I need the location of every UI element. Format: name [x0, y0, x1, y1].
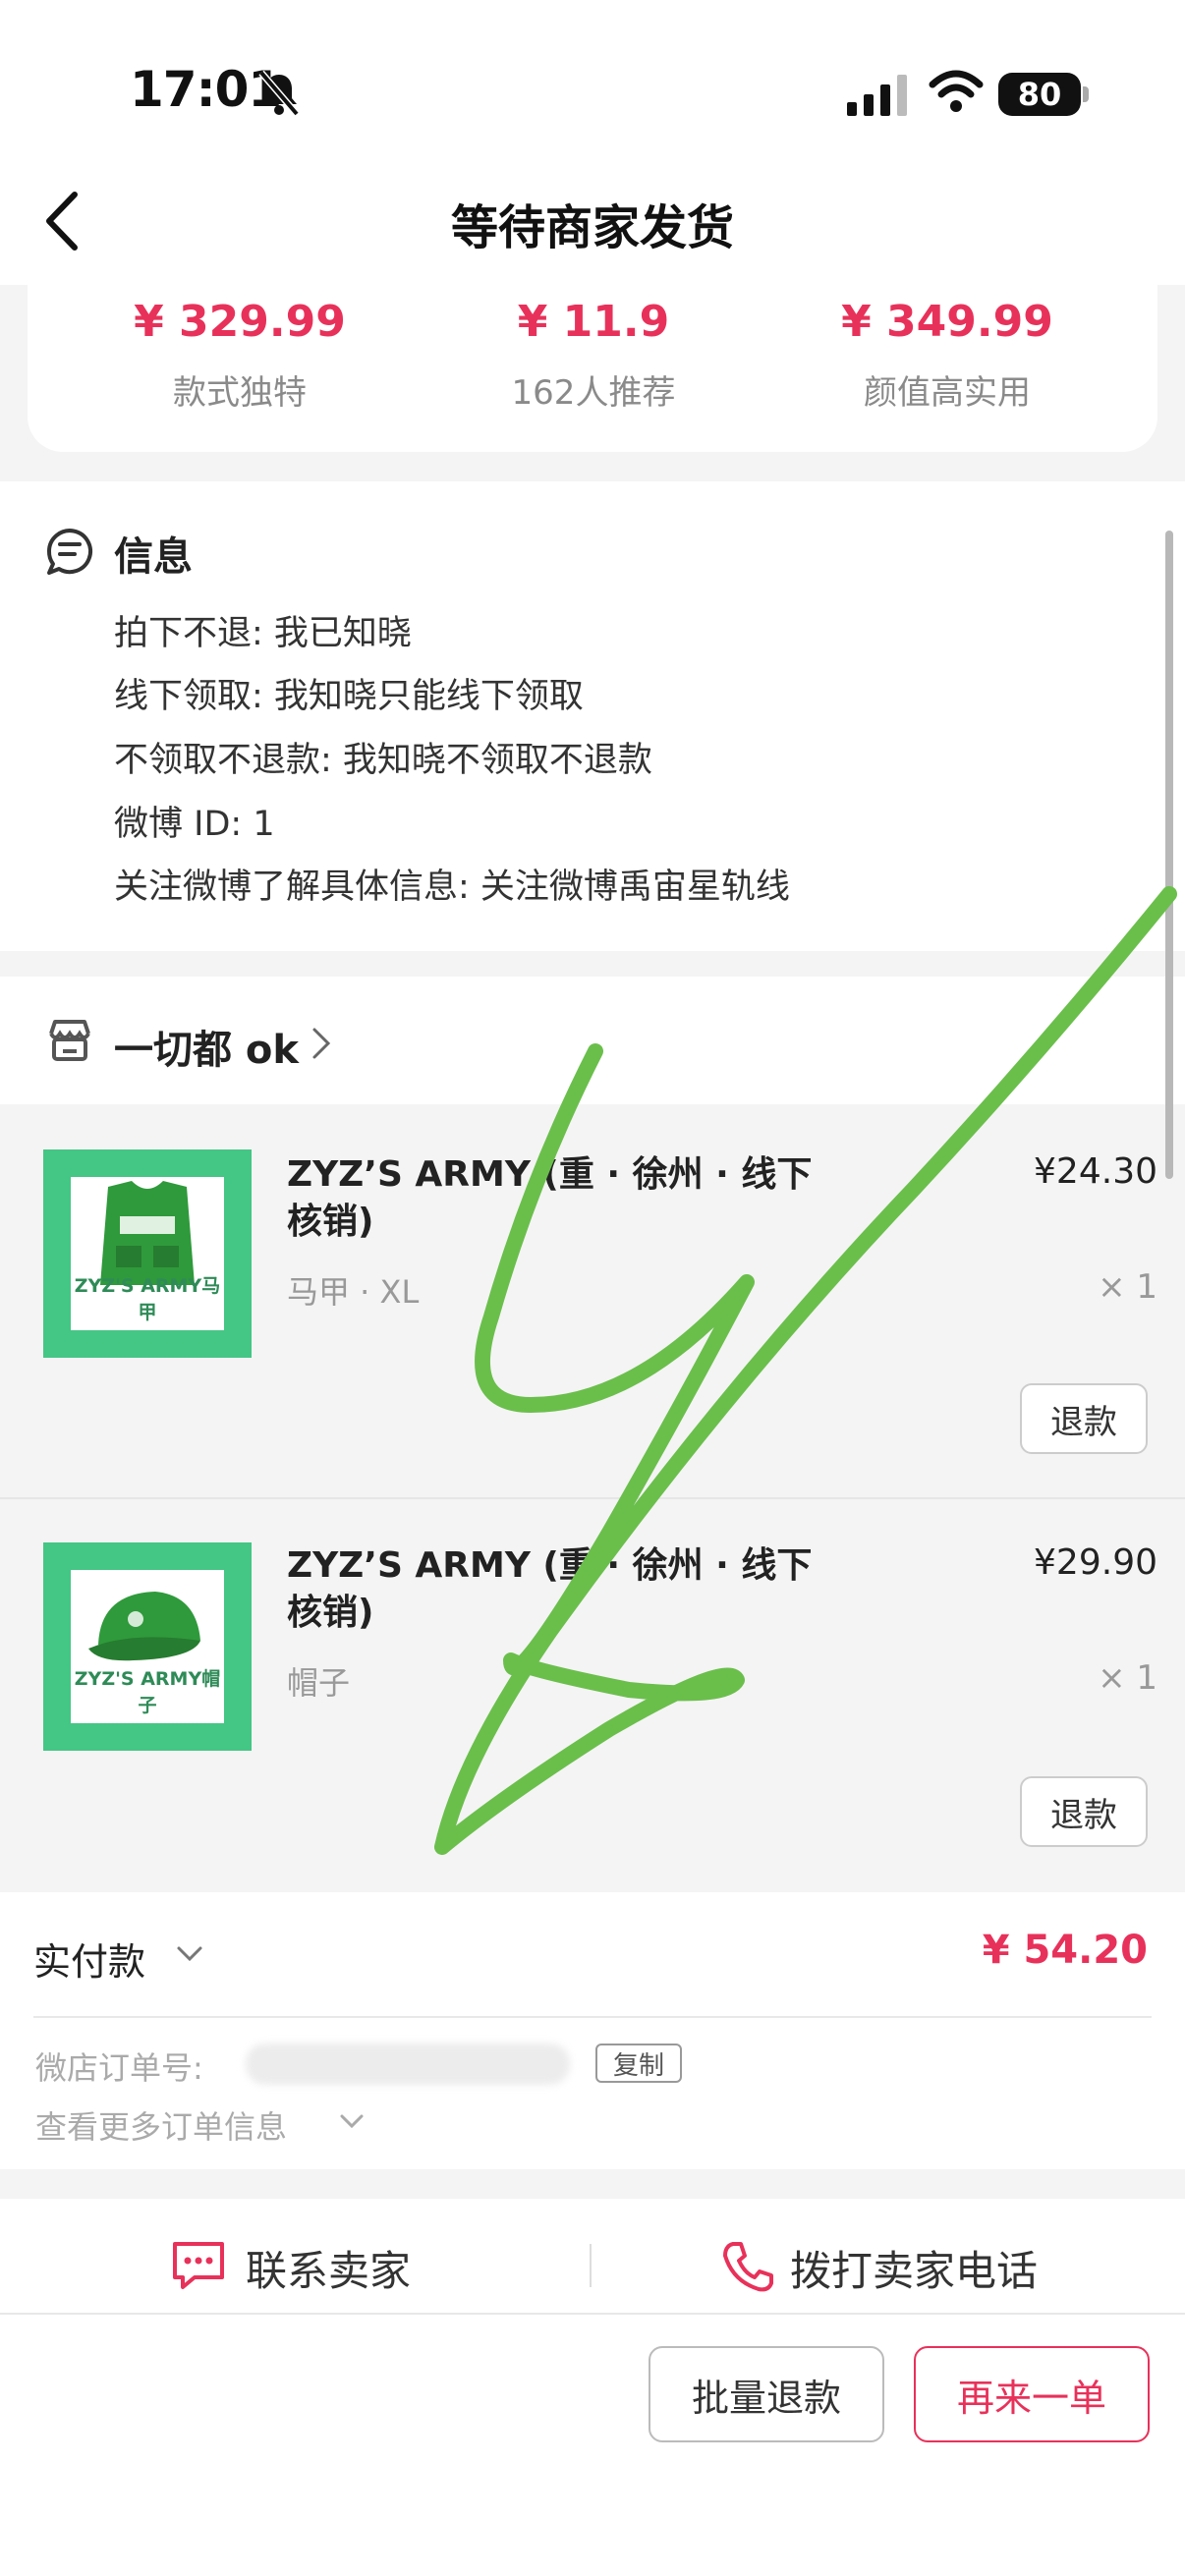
product-spec: 帽子	[287, 1664, 351, 1702]
order-again-button[interactable]: 再来一单	[914, 2346, 1150, 2442]
chevron-right-icon	[312, 1028, 331, 1059]
product-title[interactable]: ZYZ’S ARMY (重 · 徐州 · 线下核销)	[287, 1542, 837, 1637]
info-title: 信息	[114, 534, 193, 580]
recommendation-price[interactable]: ¥ 349.99	[770, 297, 1124, 347]
more-order-info[interactable]: 查看更多订单信息	[35, 2102, 287, 2148]
copy-button[interactable]: 复制	[595, 2044, 682, 2083]
product-price: ¥24.30	[1034, 1151, 1157, 1192]
thumbnail-caption: ZYZ'S ARMY马甲	[74, 1275, 221, 1323]
shop-name[interactable]: 一切都 ok	[114, 1018, 299, 1075]
recommendation-caption: 颜值高实用	[864, 373, 1031, 413]
recommendation-price[interactable]: ¥ 11.9	[417, 297, 770, 347]
shop-icon	[49, 1020, 90, 1061]
info-line: 拍下不退: 我已知晓	[114, 614, 412, 653]
refund-button[interactable]: 退款	[1020, 1383, 1148, 1454]
info-line: 微博 ID: 1	[114, 805, 275, 844]
product-quantity: × 1	[1098, 1267, 1157, 1307]
wifi-icon	[929, 70, 984, 112]
paid-amount: ¥ 54.20	[982, 1928, 1148, 1973]
order-number-redacted	[246, 2044, 570, 2085]
contact-seller-button[interactable]: 联系卖家	[246, 2238, 411, 2298]
info-line: 关注微博了解具体信息: 关注微博禹宙星轨线	[114, 868, 790, 907]
action-separator	[590, 2244, 592, 2287]
product-price: ¥29.90	[1034, 1542, 1157, 1583]
page-title: 等待商家发货	[450, 200, 734, 255]
info-line: 线下领取: 我知晓只能线下领取	[114, 677, 584, 716]
refund-button[interactable]: 退款	[1020, 1776, 1148, 1847]
order-number-label: 微店订单号:	[35, 2049, 203, 2087]
product-title[interactable]: ZYZ’S ARMY (重 · 徐州 · 线下核销)	[287, 1151, 837, 1246]
scrollbar[interactable]	[1165, 531, 1173, 1179]
phone-icon[interactable]	[719, 2238, 776, 2295]
bell-muted-icon	[258, 70, 300, 117]
signal-icon	[847, 75, 907, 116]
call-seller-button[interactable]: 拨打卖家电话	[790, 2238, 1038, 2298]
battery-indicator: 80	[998, 73, 1081, 116]
product-thumbnail[interactable]: ZYZ'S ARMY帽子	[43, 1542, 252, 1751]
product-spec: 马甲 · XL	[287, 1273, 420, 1311]
payment-divider	[33, 2016, 1152, 2018]
chevron-down-icon[interactable]	[338, 2112, 366, 2132]
thumbnail-caption: ZYZ'S ARMY帽子	[74, 1668, 221, 1716]
info-note-icon	[47, 529, 92, 575]
info-line: 不领取不退款: 我知晓不领取不退款	[114, 741, 652, 780]
recommendation-caption: 款式独特	[173, 373, 307, 413]
product-quantity: × 1	[1098, 1658, 1157, 1698]
recommendation-price[interactable]: ¥ 329.99	[63, 297, 417, 347]
product-thumbnail[interactable]: ZYZ'S ARMY马甲	[43, 1149, 252, 1358]
paid-label[interactable]: 实付款	[33, 1932, 145, 1986]
recommendation-caption: 162人推荐	[511, 373, 676, 413]
chevron-down-icon[interactable]	[175, 1943, 204, 1965]
battery-tip	[1083, 86, 1089, 102]
bulk-refund-button[interactable]: 批量退款	[649, 2346, 884, 2442]
chat-icon[interactable]	[169, 2238, 228, 2293]
action-divider	[0, 2313, 1185, 2315]
